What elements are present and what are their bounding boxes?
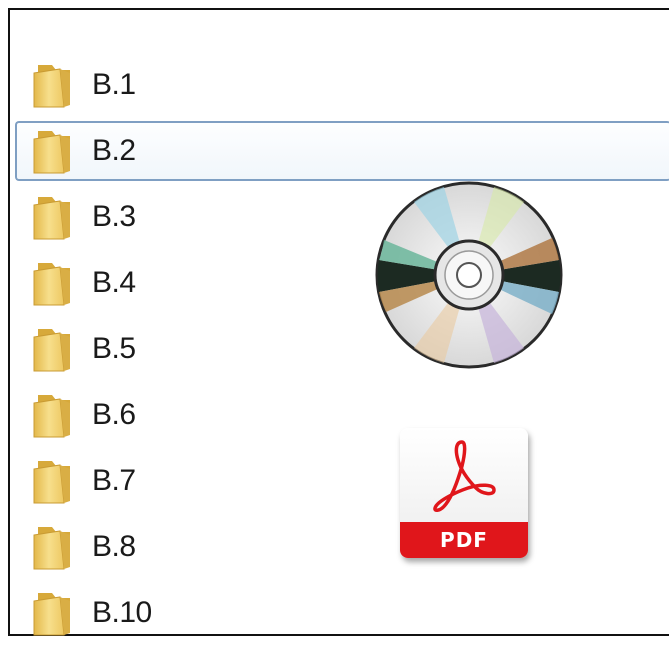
list-item-b5[interactable]: B.5 xyxy=(10,316,669,382)
folder-icon xyxy=(33,395,70,438)
folder-icon xyxy=(33,197,70,240)
folder-label: B.4 xyxy=(92,266,136,299)
pdf-label-band: PDF xyxy=(400,522,528,558)
folder-icon xyxy=(33,65,70,108)
acrobat-logo-icon xyxy=(433,440,496,512)
folder-label: B.10 xyxy=(92,596,152,629)
folder-icon xyxy=(33,329,70,372)
list-item-b1[interactable]: B.1 xyxy=(10,52,669,118)
folder-label: B.7 xyxy=(92,464,136,497)
folder-label: B.3 xyxy=(92,200,136,233)
list-item-b8[interactable]: B.8 xyxy=(10,514,669,580)
pdf-file-icon[interactable]: PDF xyxy=(400,428,534,564)
folder-icon xyxy=(33,461,70,504)
folder-label: B.8 xyxy=(92,530,136,563)
folder-icon xyxy=(33,131,70,174)
folder-icon xyxy=(33,527,70,570)
folder-label: B.2 xyxy=(92,134,136,167)
folder-label: B.5 xyxy=(92,332,136,365)
folder-icon xyxy=(33,593,70,636)
folder-icon xyxy=(33,263,70,306)
file-list-window: B.1 B.2 B.3 B.4 B.5 B.6 B.7 B.8 B.10 xyxy=(8,8,669,636)
file-list: B.1 B.2 B.3 B.4 B.5 B.6 B.7 B.8 B.10 xyxy=(10,52,669,646)
cd-disc-icon[interactable] xyxy=(374,180,564,370)
list-item-b7[interactable]: B.7 xyxy=(10,448,669,514)
list-item-b6[interactable]: B.6 xyxy=(10,382,669,448)
pdf-label: PDF xyxy=(440,528,488,552)
list-item-b2[interactable]: B.2 xyxy=(10,118,669,184)
list-item-b4[interactable]: B.4 xyxy=(10,250,669,316)
folder-label: B.1 xyxy=(92,68,136,101)
folder-label: B.6 xyxy=(92,398,136,431)
list-item-b3[interactable]: B.3 xyxy=(10,184,669,250)
list-item-b10[interactable]: B.10 xyxy=(10,580,669,646)
